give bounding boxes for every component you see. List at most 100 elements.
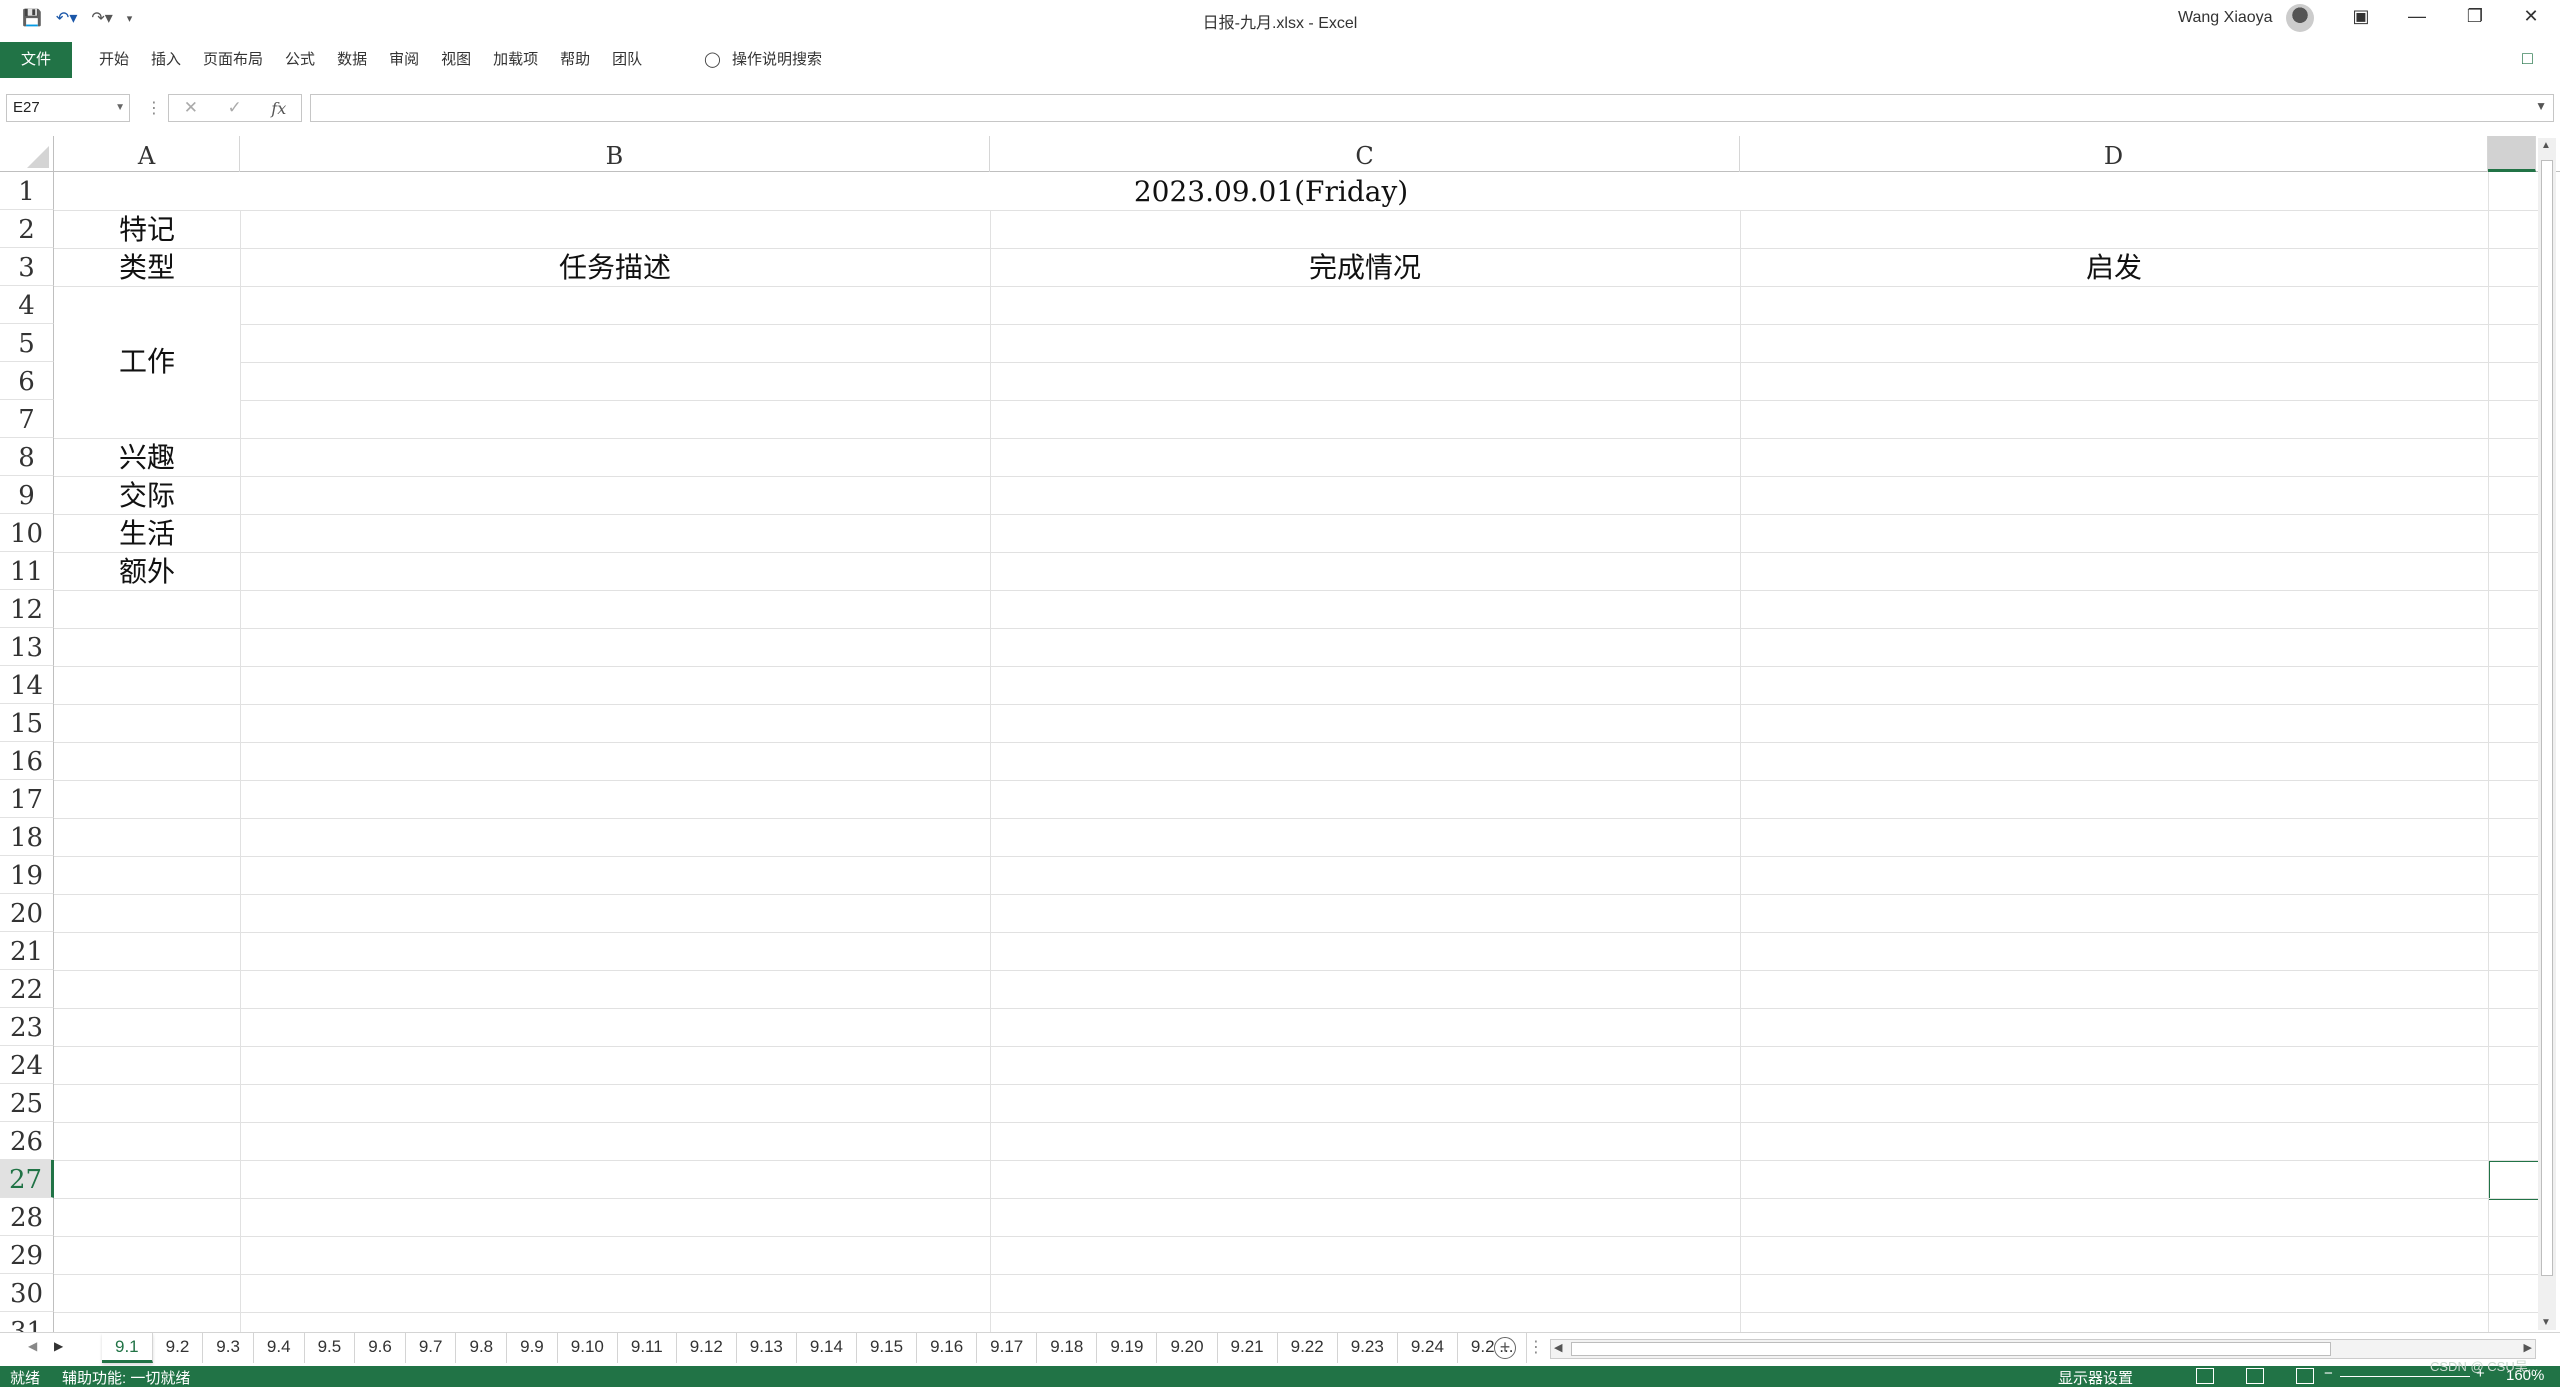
row-header-20[interactable]: 20 bbox=[0, 894, 54, 932]
undo-icon[interactable]: ↶▾ bbox=[56, 8, 77, 28]
row-header-26[interactable]: 26 bbox=[0, 1122, 54, 1160]
minimize-icon[interactable]: — bbox=[2402, 6, 2432, 32]
scroll-down-icon[interactable]: ▼ bbox=[2541, 1317, 2551, 1328]
row-header-19[interactable]: 19 bbox=[0, 856, 54, 894]
row-header-24[interactable]: 24 bbox=[0, 1046, 54, 1084]
sheet-tab[interactable]: 9.9 bbox=[507, 1333, 558, 1363]
column-header-e[interactable] bbox=[2488, 136, 2536, 172]
vertical-scrollbar[interactable]: ▲ ▼ bbox=[2538, 138, 2556, 1330]
restore-icon[interactable]: ❐ bbox=[2460, 6, 2490, 32]
cell-a2[interactable]: 特记 bbox=[54, 210, 240, 248]
enter-icon[interactable]: ✓ bbox=[228, 98, 242, 118]
sheet-tab[interactable]: 9.20 bbox=[1157, 1333, 1218, 1363]
sheet-tab[interactable]: 9.13 bbox=[737, 1333, 797, 1363]
customize-icon[interactable]: ▾ bbox=[127, 12, 133, 25]
row-header-29[interactable]: 29 bbox=[0, 1236, 54, 1274]
cell-a9[interactable]: 交际 bbox=[54, 476, 240, 514]
row-header-21[interactable]: 21 bbox=[0, 932, 54, 970]
scroll-left-icon[interactable]: ◀ bbox=[1554, 1341, 1562, 1354]
tab-help[interactable]: 帮助 bbox=[549, 42, 601, 78]
page-break-view-icon[interactable] bbox=[2296, 1368, 2314, 1384]
tab-formulas[interactable]: 公式 bbox=[274, 42, 326, 78]
sheet-tab[interactable]: 9.17 bbox=[977, 1333, 1038, 1363]
select-all-button[interactable] bbox=[0, 136, 54, 172]
row-header-2[interactable]: 2 bbox=[0, 210, 54, 248]
tab-file[interactable]: 文件 bbox=[0, 42, 72, 78]
close-icon[interactable]: ✕ bbox=[2516, 6, 2546, 32]
sheet-tab[interactable]: 9.2 bbox=[153, 1333, 204, 1363]
row-header-17[interactable]: 17 bbox=[0, 780, 54, 818]
splitter-icon[interactable]: ⋮ bbox=[1528, 1337, 1544, 1357]
formula-input[interactable]: ▼ bbox=[310, 94, 2554, 122]
save-icon[interactable]: 💾 bbox=[22, 8, 42, 28]
ribbon-display-icon[interactable]: ▣ bbox=[2346, 6, 2376, 32]
horizontal-scroll-thumb[interactable] bbox=[1571, 1342, 2331, 1356]
sheet-tab[interactable]: 9.21 bbox=[1218, 1333, 1278, 1363]
sheet-tab[interactable]: 9.4 bbox=[254, 1333, 305, 1363]
vertical-scroll-thumb[interactable] bbox=[2541, 160, 2553, 1276]
sheet-tab[interactable]: 9.15 bbox=[857, 1333, 918, 1363]
user-name[interactable]: Wang Xiaoya bbox=[2178, 9, 2273, 27]
worksheet-grid[interactable]: A B C D 1 2 3 4 5 6 7 8 9 10 11 12 13 14 15 16 17 18 19 20 2… bbox=[0, 136, 2560, 1332]
row-header-4[interactable]: 4 bbox=[0, 286, 54, 324]
tab-add-ins[interactable]: 加载项 bbox=[482, 42, 549, 78]
row-header-16[interactable]: 16 bbox=[0, 742, 54, 780]
row-header-27[interactable]: 27 bbox=[0, 1160, 54, 1198]
tell-me-search[interactable]: ◯ 操作说明搜索 bbox=[704, 42, 822, 78]
row-header-6[interactable]: 6 bbox=[0, 362, 54, 400]
sheet-tab[interactable]: 9.14 bbox=[797, 1333, 857, 1363]
row-header-11[interactable]: 11 bbox=[0, 552, 54, 590]
tab-review[interactable]: 审阅 bbox=[378, 42, 430, 78]
redo-icon[interactable]: ↷▾ bbox=[91, 8, 112, 28]
row-header-14[interactable]: 14 bbox=[0, 666, 54, 704]
tab-home[interactable]: 开始 bbox=[88, 42, 140, 78]
scroll-up-icon[interactable]: ▲ bbox=[2541, 140, 2551, 151]
row-header-10[interactable]: 10 bbox=[0, 514, 54, 552]
sheet-tab[interactable]: 9.23 bbox=[1338, 1333, 1398, 1363]
row-header-3[interactable]: 3 bbox=[0, 248, 54, 286]
expand-formula-icon[interactable]: ▼ bbox=[2535, 99, 2547, 113]
zoom-out-icon[interactable]: − bbox=[2324, 1365, 2333, 1382]
sheet-tab[interactable]: 9.19 bbox=[1097, 1333, 1158, 1363]
scroll-right-icon[interactable]: ▶ bbox=[2524, 1341, 2532, 1354]
row-header-13[interactable]: 13 bbox=[0, 628, 54, 666]
new-sheet-icon[interactable]: + bbox=[1494, 1337, 1516, 1359]
row-header-18[interactable]: 18 bbox=[0, 818, 54, 856]
chevron-down-icon[interactable]: ▼ bbox=[115, 95, 125, 121]
sheet-tab[interactable]: 9.10 bbox=[558, 1333, 618, 1363]
row-header-8[interactable]: 8 bbox=[0, 438, 54, 476]
column-header-d[interactable]: D bbox=[1740, 136, 2488, 172]
sheet-tab[interactable]: 9.5 bbox=[305, 1333, 356, 1363]
column-header-b[interactable]: B bbox=[240, 136, 990, 172]
sheet-tab[interactable]: 9.22 bbox=[1278, 1333, 1338, 1363]
sheet-tab[interactable]: 9.18 bbox=[1037, 1333, 1098, 1363]
row-header-23[interactable]: 23 bbox=[0, 1008, 54, 1046]
sheet-tab[interactable]: 9.24 bbox=[1398, 1333, 1458, 1363]
row-header-12[interactable]: 12 bbox=[0, 590, 54, 628]
row-header-30[interactable]: 30 bbox=[0, 1274, 54, 1312]
cancel-icon[interactable]: ✕ bbox=[184, 98, 198, 118]
row-header-28[interactable]: 28 bbox=[0, 1198, 54, 1236]
row-header-15[interactable]: 15 bbox=[0, 704, 54, 742]
sheet-tab[interactable]: 9.1 bbox=[102, 1333, 153, 1363]
sheet-tab[interactable]: 9.7 bbox=[406, 1333, 457, 1363]
horizontal-scrollbar[interactable]: ◀ ▶ bbox=[1550, 1339, 2536, 1359]
more-icon[interactable]: ⋮ bbox=[146, 98, 162, 118]
accessibility-status[interactable]: 辅助功能: 一切就绪 bbox=[62, 1367, 190, 1387]
tab-view[interactable]: 视图 bbox=[430, 42, 482, 78]
column-header-c[interactable]: C bbox=[990, 136, 1740, 172]
comments-icon[interactable]: □ bbox=[2522, 48, 2533, 69]
tab-insert[interactable]: 插入 bbox=[140, 42, 192, 78]
active-cell-e27[interactable] bbox=[2488, 1160, 2540, 1200]
row-header-9[interactable]: 9 bbox=[0, 476, 54, 514]
sheet-tab[interactable]: 9.3 bbox=[203, 1333, 254, 1363]
avatar[interactable] bbox=[2286, 4, 2314, 32]
row-header-31[interactable]: 31 bbox=[0, 1312, 54, 1332]
sheet-tab[interactable]: 9.12 bbox=[677, 1333, 737, 1363]
sheet-tab[interactable]: 9.11 bbox=[618, 1333, 677, 1363]
tab-data[interactable]: 数据 bbox=[326, 42, 378, 78]
cells-area[interactable]: 2023.09.01(Friday) 特记 类型 任务描述 完成情况 启发 工作… bbox=[54, 172, 2544, 1332]
cell-a10[interactable]: 生活 bbox=[54, 514, 240, 552]
insert-function-button[interactable]: fx bbox=[271, 99, 286, 118]
cell-b3[interactable]: 任务描述 bbox=[240, 248, 990, 286]
